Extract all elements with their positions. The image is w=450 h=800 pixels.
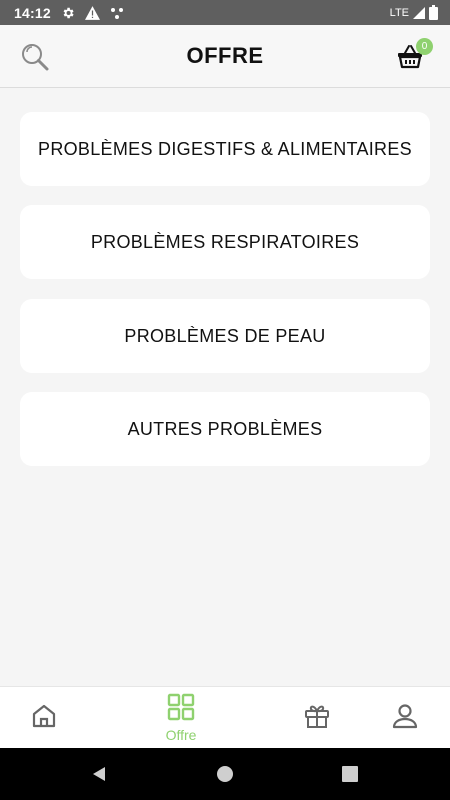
category-card-autres[interactable]: AUTRES PROBLÈMES (20, 392, 430, 466)
nav-offre[interactable]: Offre (155, 687, 207, 749)
page-title: OFFRE (186, 43, 264, 68)
settings-gear-icon (61, 6, 75, 20)
status-right: LTE (390, 5, 438, 20)
home-circle-icon[interactable] (215, 764, 235, 784)
dots-notification-icon (110, 6, 124, 20)
category-card-peau[interactable]: PROBLÈMES DE PEAU (20, 299, 430, 373)
category-list: PROBLÈMES DIGESTIFS & ALIMENTAIRES PROBL… (0, 89, 450, 686)
back-icon[interactable] (90, 764, 110, 784)
category-card-respiratoires[interactable]: PROBLÈMES RESPIRATOIRES (20, 205, 430, 279)
status-left: 14:12 (14, 5, 124, 21)
category-card-digestifs[interactable]: PROBLÈMES DIGESTIFS & ALIMENTAIRES (20, 112, 430, 186)
recent-apps-icon[interactable] (340, 764, 360, 784)
app-header: OFFRE 0 (0, 25, 450, 88)
nav-profile[interactable] (383, 687, 427, 749)
basket-icon[interactable]: 0 (396, 38, 433, 70)
profile-icon (391, 702, 419, 735)
home-icon (30, 702, 58, 735)
battery-icon (429, 5, 438, 20)
nav-gifts[interactable] (295, 687, 339, 749)
grid-icon (167, 693, 195, 726)
cart-count-badge: 0 (416, 38, 433, 55)
nav-home[interactable] (22, 687, 66, 749)
status-bar: 14:12 LTE (0, 0, 450, 25)
search-icon[interactable] (20, 42, 50, 72)
signal-icon (413, 6, 425, 19)
gift-icon (303, 702, 331, 735)
bottom-nav: Offre (0, 686, 450, 748)
status-time: 14:12 (14, 4, 51, 21)
network-type: LTE (389, 6, 409, 19)
system-nav-bar (0, 748, 450, 800)
nav-offre-label: Offre (165, 727, 197, 743)
alert-warning-icon (84, 5, 100, 20)
